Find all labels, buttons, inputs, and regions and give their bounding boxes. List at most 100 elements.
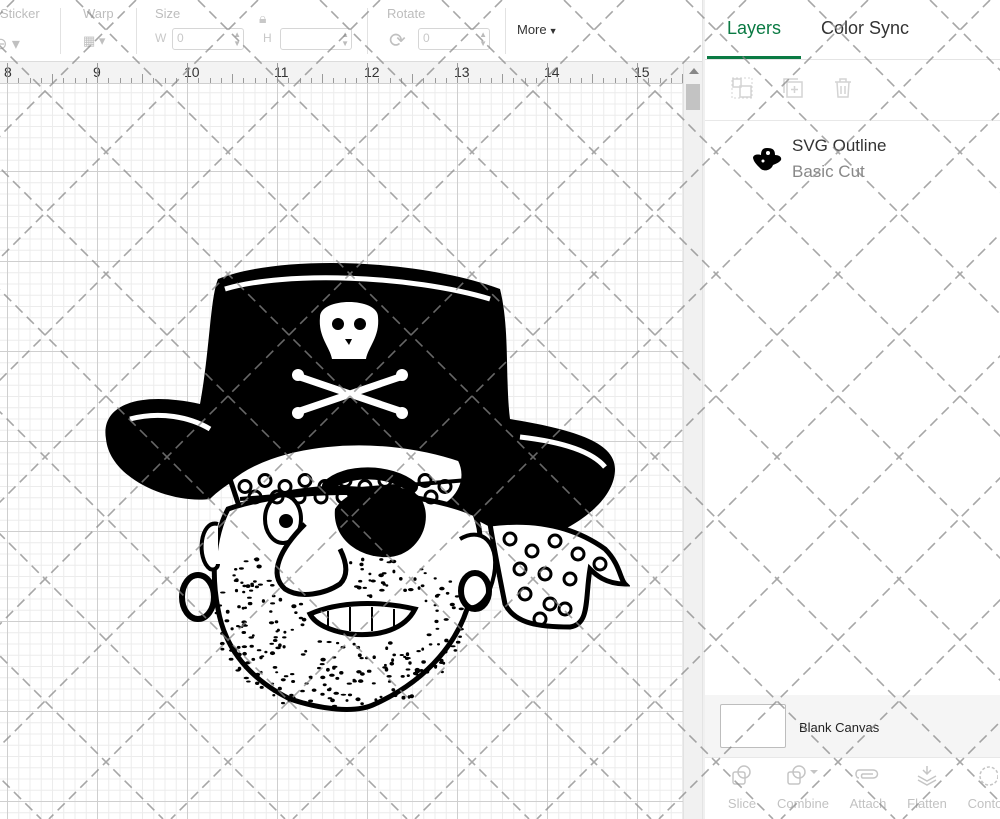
ruler-tick [299,78,301,83]
canvas-swatch [720,704,786,748]
ruler-tick [502,74,503,83]
width-input[interactable]: 0 ▲ ▼ [172,28,244,50]
layers-panel: Layers Color Sync SVG Outline Basic Cut [705,0,1000,819]
slice-button[interactable]: Slice [725,764,759,811]
ruler-tick [254,78,256,83]
ruler-tick [18,78,20,83]
ruler-tick [659,78,661,83]
ruler-tick [468,78,470,83]
layer-thumbnail [753,148,782,171]
ruler-tick [445,78,447,83]
ruler-tick [614,78,616,83]
size-label: Size [155,6,181,21]
scroll-thumb[interactable] [686,84,700,110]
layer-bottom-tools: Slice Combine Attach Flatten Conto [705,757,1000,819]
flatten-button[interactable]: Flatten [906,764,948,811]
ruler-tick [187,63,188,83]
active-tab-indicator [707,56,801,59]
layer-item[interactable]: SVG Outline Basic Cut [705,122,1000,192]
size-group: Size [155,6,180,21]
ruler-tick [220,78,222,83]
ruler-tick [648,78,650,83]
width-label: W [155,31,167,45]
tab-color-sync[interactable]: Color Sync [821,18,909,39]
warp-icon: ▦ ▾ [83,33,106,48]
contour-button[interactable]: Conto [965,764,1000,811]
rotate-value: 0 [423,31,430,45]
ruler-tick [603,78,605,83]
ruler-tick [535,78,537,83]
delete-icon[interactable] [832,77,854,99]
ruler-tick [569,78,571,83]
toolbar-divider [505,8,506,54]
horizontal-ruler: 8 9 10 11 12 13 14 15 [0,62,683,84]
chevron-down-icon: ▼ [548,26,558,36]
layer-operation: Basic Cut [792,162,865,181]
ruler-tick [625,78,627,83]
layer-name: SVG Outline [792,136,887,155]
ruler-tick [434,78,436,83]
tab-layers[interactable]: Layers [727,18,781,39]
ruler-tick [40,78,42,83]
ruler-tick [400,78,402,83]
ruler-tick [198,78,200,83]
ruler-tick [592,74,593,83]
ruler-tick [389,78,391,83]
rotate-stepper-icon[interactable]: ▲ ▼ [479,30,487,48]
ruler-tick [74,78,76,83]
combine-button[interactable]: Combine [775,764,831,811]
ruler-tick [277,63,278,83]
scroll-up-icon[interactable] [689,68,699,74]
ruler-tick [670,78,672,83]
ruler-tick [85,78,87,83]
sticker-icon: ⊖ ▾ [0,36,20,53]
ruler-tick [333,78,335,83]
lock-icon[interactable]: 🔒︎ [259,10,266,27]
ruler-tick [580,78,582,83]
group-icon[interactable] [731,77,753,99]
pirate-artwork[interactable] [100,179,630,719]
ruler-tick [412,74,413,83]
ruler-tick [457,63,458,83]
rotate-label: Rotate [387,6,426,21]
sticker-group[interactable]: Sticker ⊖ ▾ [0,6,40,53]
width-stepper-icon[interactable]: ▲ ▼ [233,30,241,48]
contour-label: Conto [967,796,1000,811]
rotate-input[interactable]: 0 ▲ ▼ [418,28,490,50]
rotate-group: Rotate [387,6,425,21]
ruler-tick [558,78,560,83]
ruler-tick [344,78,346,83]
ruler-tick [243,78,245,83]
blank-canvas-item[interactable]: Blank Canvas [705,695,1000,757]
attach-icon [848,764,888,790]
ruler-tick [288,78,290,83]
flatten-label: Flatten [907,796,947,811]
attach-label: Attach [849,796,887,811]
toolbar-divider [367,8,368,54]
height-input[interactable]: ▲ ▼ [280,28,352,50]
warp-group[interactable]: Warp ▦ ▾ [83,6,114,48]
ruler-tick [513,78,515,83]
height-stepper-icon[interactable]: ▲ ▼ [341,30,349,48]
ruler-tick [164,78,166,83]
slice-icon [725,764,759,790]
ruler-tick [322,74,323,83]
ruler-tick [130,78,132,83]
design-canvas[interactable] [0,84,683,819]
ruler-tick [7,63,8,83]
ruler-tick [423,78,425,83]
vertical-scrollbar[interactable] [683,62,702,819]
ruler-tick [52,74,53,83]
ruler-tick [142,74,143,83]
more-button[interactable]: More ▼ [517,22,558,37]
slice-label: Slice [727,796,757,811]
ruler-tick [175,78,177,83]
combine-icon [775,764,831,790]
ruler-tick [310,78,312,83]
canvas-label: Blank Canvas [799,720,880,735]
flatten-icon [906,764,948,790]
contour-icon [965,764,1000,790]
attach-button[interactable]: Attach [848,764,888,811]
duplicate-icon[interactable] [782,77,804,99]
height-label: H [263,31,272,45]
